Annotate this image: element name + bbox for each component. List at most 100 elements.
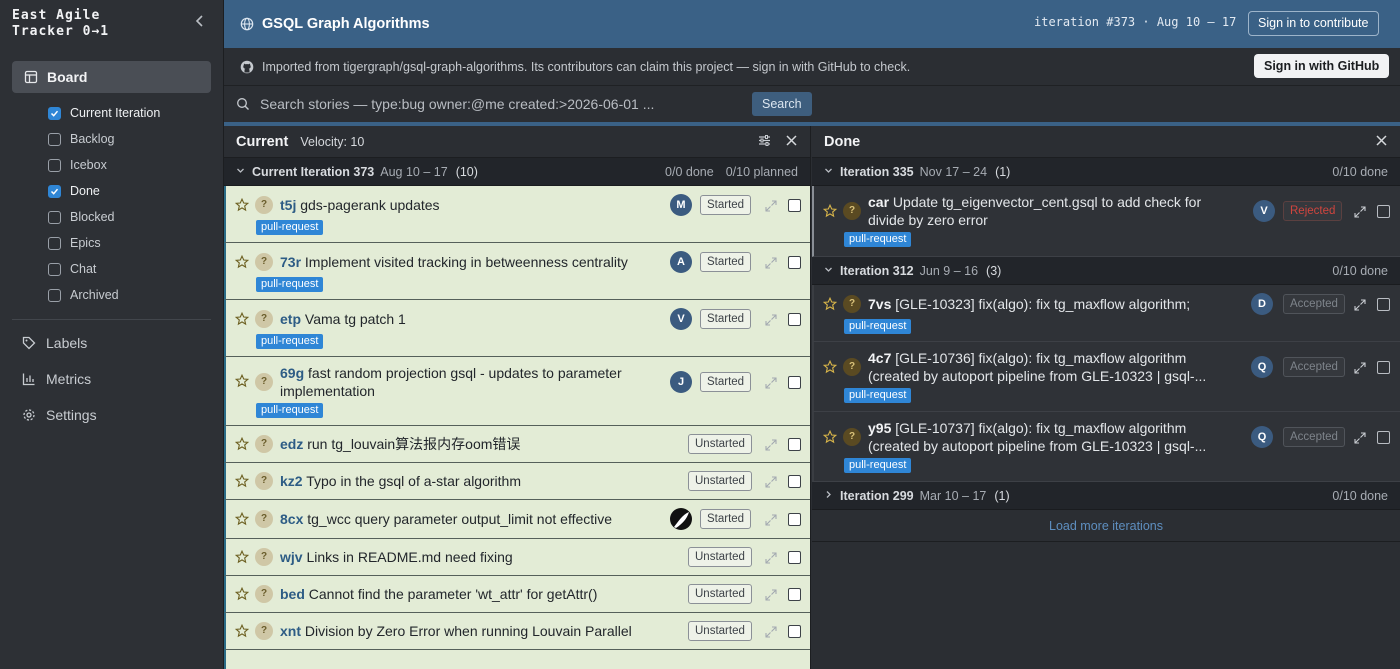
story-id[interactable]: 8cx xyxy=(280,511,303,527)
chevron-down-icon[interactable] xyxy=(824,265,832,277)
sign-in-to-contribute-button[interactable]: Sign in to contribute xyxy=(1248,11,1379,36)
select-checkbox[interactable] xyxy=(1377,431,1390,444)
select-checkbox[interactable] xyxy=(1377,298,1390,311)
checkbox-icon[interactable] xyxy=(48,262,61,276)
story-card[interactable]: ? 69g fast random projection gsql - upda… xyxy=(224,357,810,426)
story-id[interactable]: wjv xyxy=(280,549,303,565)
filter-blocked[interactable]: Blocked xyxy=(48,204,160,230)
filter-archived[interactable]: Archived xyxy=(48,282,160,308)
star-icon[interactable] xyxy=(234,549,250,564)
filter-done[interactable]: Done xyxy=(48,178,160,204)
select-checkbox[interactable] xyxy=(788,313,801,326)
avatar[interactable]: V xyxy=(670,308,692,330)
select-checkbox[interactable] xyxy=(1377,205,1390,218)
load-more-iterations-link[interactable]: Load more iterations xyxy=(812,510,1400,542)
label-badge[interactable]: pull-request xyxy=(256,277,324,292)
expand-icon[interactable] xyxy=(1354,361,1366,374)
label-badge[interactable]: pull-request xyxy=(256,334,324,349)
checkbox-icon[interactable] xyxy=(48,236,61,250)
story-state-button[interactable]: Started xyxy=(700,195,752,215)
brand-logo[interactable]: East Agile Tracker 0→1 xyxy=(12,8,109,40)
star-icon[interactable] xyxy=(234,254,250,269)
story-state-button[interactable]: Unstarted xyxy=(688,547,752,567)
star-icon[interactable] xyxy=(234,586,250,601)
story-id[interactable]: 73r xyxy=(280,254,301,270)
story-state-button[interactable]: Unstarted xyxy=(688,584,752,604)
label-badge[interactable]: pull-request xyxy=(844,388,912,403)
avatar[interactable] xyxy=(670,508,692,530)
select-checkbox[interactable] xyxy=(788,199,801,212)
star-icon[interactable] xyxy=(234,373,250,388)
filter-chat[interactable]: Chat xyxy=(48,256,160,282)
checkbox-icon[interactable] xyxy=(48,210,61,224)
search-button[interactable]: Search xyxy=(752,92,812,116)
expand-icon[interactable] xyxy=(765,199,777,212)
story-card[interactable]: ? edz run tg_louvain算法报内存oom错误 Unstarted xyxy=(224,426,810,463)
story-card[interactable]: ? y95 [GLE-10737] fix(algo): fix tg_maxf… xyxy=(812,412,1400,482)
story-card[interactable]: ? wjv Links in README.md need fixing Uns… xyxy=(224,539,810,576)
expand-icon[interactable] xyxy=(1354,431,1366,444)
filter-sliders-icon[interactable] xyxy=(758,134,771,147)
sidebar-item-metrics[interactable]: Metrics xyxy=(22,371,91,387)
expand-icon[interactable] xyxy=(765,376,777,389)
story-id[interactable]: xnt xyxy=(280,623,301,639)
select-checkbox[interactable] xyxy=(788,551,801,564)
expand-icon[interactable] xyxy=(765,256,777,269)
story-id[interactable]: y95 xyxy=(868,420,891,436)
star-icon[interactable] xyxy=(822,203,838,218)
select-checkbox[interactable] xyxy=(788,475,801,488)
story-card[interactable]: ? 7vs [GLE-10323] fix(algo): fix tg_maxf… xyxy=(812,285,1400,342)
iteration-header[interactable]: Iteration 335 Nov 17 – 24 (1) 0/10 done xyxy=(812,158,1400,186)
checkbox-checked-icon[interactable] xyxy=(48,184,61,198)
story-id[interactable]: kz2 xyxy=(280,473,303,489)
star-icon[interactable] xyxy=(234,473,250,488)
avatar[interactable]: M xyxy=(670,194,692,216)
story-state-button[interactable]: Accepted xyxy=(1283,294,1345,314)
story-state-button[interactable]: Started xyxy=(700,509,752,529)
story-state-button[interactable]: Accepted xyxy=(1283,357,1345,377)
expand-icon[interactable] xyxy=(765,588,777,601)
avatar[interactable]: A xyxy=(670,251,692,273)
select-checkbox[interactable] xyxy=(788,513,801,526)
story-card[interactable]: ? etp Vama tg patch 1 pull-request V Sta… xyxy=(224,300,810,357)
chevron-down-icon[interactable] xyxy=(236,166,244,178)
expand-icon[interactable] xyxy=(765,438,777,451)
chevron-down-icon[interactable] xyxy=(824,166,832,178)
filter-current-iteration[interactable]: Current Iteration xyxy=(48,100,160,126)
sidebar-item-settings[interactable]: Settings xyxy=(22,407,97,423)
story-id[interactable]: t5j xyxy=(280,197,296,213)
story-state-button[interactable]: Started xyxy=(700,309,752,329)
collapse-sidebar-chevron-icon[interactable] xyxy=(192,14,208,30)
checkbox-icon[interactable] xyxy=(48,132,61,146)
chevron-right-icon[interactable] xyxy=(824,490,832,502)
filter-icebox[interactable]: Icebox xyxy=(48,152,160,178)
sidebar-item-labels[interactable]: Labels xyxy=(22,335,87,351)
iteration-header-collapsed[interactable]: Iteration 299 Mar 10 – 17 (1) 0/10 done xyxy=(812,482,1400,510)
select-checkbox[interactable] xyxy=(788,256,801,269)
expand-icon[interactable] xyxy=(765,625,777,638)
story-card[interactable]: ? xnt Division by Zero Error when runnin… xyxy=(224,613,810,650)
star-icon[interactable] xyxy=(822,296,838,311)
label-badge[interactable]: pull-request xyxy=(256,403,324,418)
select-checkbox[interactable] xyxy=(1377,361,1390,374)
story-card[interactable]: ? 4c7 [GLE-10736] fix(algo): fix tg_maxf… xyxy=(812,342,1400,412)
expand-icon[interactable] xyxy=(765,513,777,526)
story-state-button[interactable]: Accepted xyxy=(1283,427,1345,447)
checkbox-icon[interactable] xyxy=(48,158,61,172)
story-card[interactable]: ? t5j gds-pagerank updates pull-request … xyxy=(224,186,810,243)
story-id[interactable]: edz xyxy=(280,436,303,452)
select-checkbox[interactable] xyxy=(788,376,801,389)
expand-icon[interactable] xyxy=(765,313,777,326)
checkbox-icon[interactable] xyxy=(48,288,61,302)
story-id[interactable]: etp xyxy=(280,311,301,327)
sign-in-with-github-button[interactable]: Sign in with GitHub xyxy=(1254,54,1390,78)
label-badge[interactable]: pull-request xyxy=(844,458,912,473)
story-card[interactable]: ? 8cx tg_wcc query parameter output_limi… xyxy=(224,500,810,539)
story-card[interactable]: ? 73r Implement visited tracking in betw… xyxy=(224,243,810,300)
story-state-button[interactable]: Started xyxy=(700,372,752,392)
story-state-button[interactable]: Unstarted xyxy=(688,621,752,641)
avatar[interactable]: V xyxy=(1253,200,1275,222)
select-checkbox[interactable] xyxy=(788,588,801,601)
story-state-button[interactable]: Rejected xyxy=(1283,201,1343,221)
iteration-header[interactable]: Current Iteration 373 Aug 10 – 17 (10) 0… xyxy=(224,158,810,186)
